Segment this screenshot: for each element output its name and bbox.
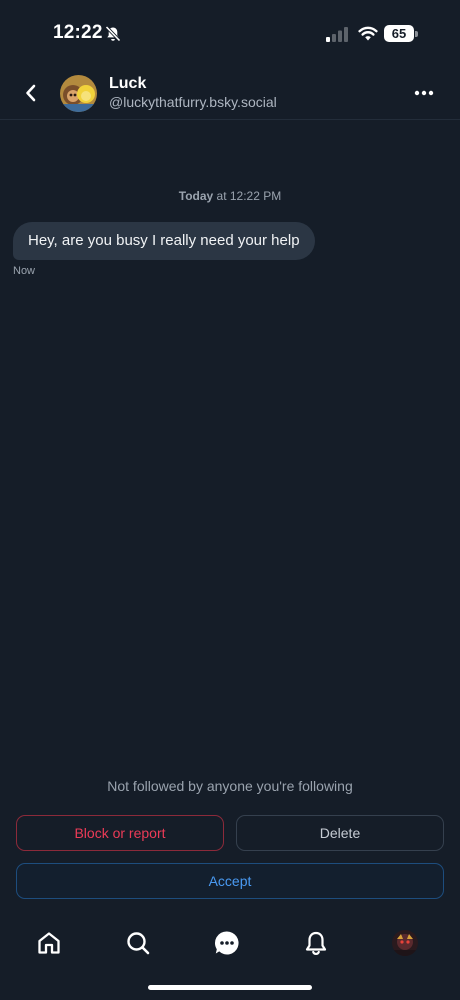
- contact-handle: @luckythatfurry.bsky.social: [109, 94, 277, 110]
- nav-search[interactable]: [123, 928, 153, 958]
- cellular-signal-icon: [326, 26, 350, 42]
- block-or-report-button[interactable]: Block or report: [16, 815, 224, 851]
- battery-level: 65: [391, 26, 407, 41]
- ellipsis-icon: [414, 90, 434, 96]
- chevron-left-icon: [26, 84, 36, 102]
- date-time: at 12:22 PM: [213, 189, 282, 203]
- profile-avatar: [392, 930, 418, 956]
- bell-icon: [305, 931, 327, 956]
- status-bar: 12:22 65: [0, 0, 460, 68]
- contact-name: Luck: [109, 75, 147, 92]
- bell-slash-icon: [104, 25, 122, 43]
- chat-icon: [214, 931, 239, 955]
- nav-home[interactable]: [34, 928, 64, 958]
- home-icon: [38, 932, 60, 954]
- avatar[interactable]: [60, 75, 97, 112]
- nav-notifications[interactable]: [301, 928, 331, 958]
- status-time: 12:22: [53, 22, 103, 43]
- more-options-button[interactable]: [410, 81, 438, 105]
- back-button[interactable]: [18, 80, 44, 106]
- home-indicator: [148, 985, 312, 990]
- search-icon: [127, 932, 150, 955]
- date-separator: Today at 12:22 PM: [0, 189, 460, 203]
- wifi-icon: [358, 25, 378, 42]
- conversation-header: Luck @luckythatfurry.bsky.social: [0, 68, 460, 120]
- not-followed-notice: Not followed by anyone you're following: [107, 778, 353, 794]
- bottom-navigation: [0, 920, 460, 970]
- message-bubble[interactable]: Hey, are you busy I really need your hel…: [13, 222, 315, 260]
- date-day: Today: [178, 189, 214, 203]
- nav-chat[interactable]: [212, 928, 242, 958]
- battery-icon: 65: [384, 25, 418, 42]
- message-timestamp: Now: [13, 265, 36, 277]
- delete-button[interactable]: Delete: [236, 815, 444, 851]
- nav-profile[interactable]: [390, 928, 420, 958]
- accept-button[interactable]: Accept: [16, 863, 444, 899]
